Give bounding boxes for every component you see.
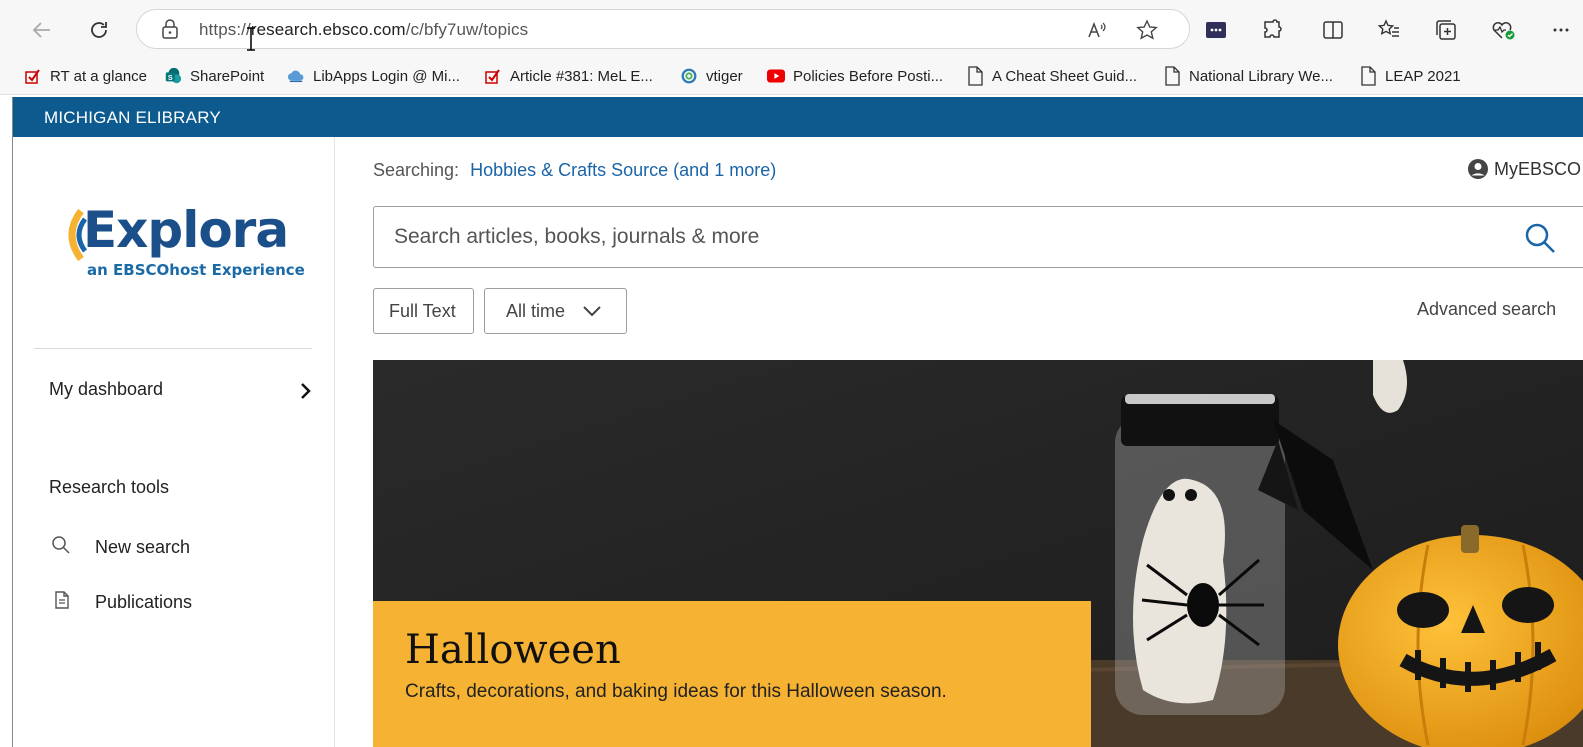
address-bar[interactable]: https://research.ebsco.com/c/bfy7uw/topi…: [136, 9, 1190, 49]
bookmark-vtiger[interactable]: vtiger: [680, 64, 743, 88]
bookmark-cheat-sheet[interactable]: A Cheat Sheet Guid...: [966, 64, 1137, 88]
bookmark-rt-at-a-glance[interactable]: RT at a glance: [24, 64, 147, 88]
search-icon[interactable]: [1523, 221, 1557, 255]
web-page: MICHIGAN ELIBRARY Explora an EBSCOhost E…: [12, 97, 1583, 747]
bookmark-label: vtiger: [706, 67, 743, 85]
bookmark-label: SharePoint: [190, 67, 265, 85]
url-path: /c/bfy7uw/topics: [405, 20, 529, 39]
sidebar-item-label: My dashboard: [49, 379, 164, 399]
text-cursor-icon: [246, 27, 256, 53]
bookmark-label: Policies Before Posti...: [793, 67, 944, 85]
more-options-icon[interactable]: [1545, 14, 1577, 46]
lock-icon[interactable]: [159, 18, 181, 40]
sidebar-item-publications[interactable]: Publications: [95, 592, 192, 613]
sharepoint-icon: S: [164, 67, 182, 85]
bookmark-label: Article #381: MeL E...: [510, 67, 653, 85]
bookmark-label: RT at a glance: [50, 67, 148, 85]
research-tools-heading: Research tools: [49, 477, 170, 497]
url-scheme: https://: [199, 20, 251, 39]
chevron-down-icon: [583, 306, 601, 317]
bookmark-label: A Cheat Sheet Guid...: [992, 67, 1138, 85]
checkmark-icon: [24, 67, 42, 85]
browser-toolbar: https://research.ebsco.com/c/bfy7uw/topi…: [0, 0, 1583, 58]
bookmark-sharepoint[interactable]: S SharePoint: [164, 64, 264, 88]
bookmark-label: LibApps Login @ Mi...: [313, 67, 460, 85]
sidebar-item-my-dashboard[interactable]: My dashboard: [49, 379, 163, 400]
bookmark-national-library[interactable]: National Library We...: [1163, 64, 1333, 88]
dropdown-selected-value: All time: [506, 300, 566, 321]
document-icon: [55, 591, 69, 609]
search-box: [373, 206, 1583, 268]
browser-essentials-icon[interactable]: [1487, 14, 1519, 46]
youtube-icon: [767, 67, 785, 85]
favorite-star-icon[interactable]: [1135, 18, 1159, 42]
checkmark-icon: [484, 67, 502, 85]
extensions-icon[interactable]: [1257, 14, 1289, 46]
hero-caption: Halloween Crafts, decorations, and bakin…: [373, 601, 1091, 747]
bookmark-leap-2021[interactable]: LEAP 2021: [1359, 64, 1461, 88]
full-text-filter-button[interactable]: Full Text: [373, 288, 474, 334]
explora-logo[interactable]: Explora an EBSCOhost Experience: [57, 201, 305, 281]
bookmark-policies[interactable]: Policies Before Posti...: [767, 64, 943, 88]
page-icon: [966, 66, 984, 86]
refresh-icon[interactable]: [83, 14, 115, 46]
topic-hero-card[interactable]: Halloween Crafts, decorations, and bakin…: [373, 360, 1583, 747]
sidebar-divider: [34, 348, 312, 349]
filter-label: Full Text: [389, 300, 456, 321]
collections-icon[interactable]: [1430, 14, 1462, 46]
date-range-dropdown[interactable]: All time: [484, 288, 627, 334]
hero-title: Halloween: [405, 627, 621, 673]
password-manager-icon[interactable]: [1200, 14, 1232, 46]
search-input[interactable]: [374, 207, 1514, 267]
read-aloud-icon[interactable]: [1085, 18, 1109, 42]
sidebar: Explora an EBSCOhost Experience My dashb…: [13, 137, 335, 747]
searching-indicator: Searching: Hobbies & Crafts Source (and …: [373, 160, 776, 181]
page-icon: [1163, 66, 1181, 86]
page-icon: [1359, 66, 1377, 86]
cloud-icon: [287, 67, 305, 85]
myebsco-account-button[interactable]: MyEBSCO: [1467, 158, 1581, 180]
user-account-icon: [1468, 159, 1488, 179]
sidebar-item-new-search[interactable]: New search: [95, 537, 190, 558]
split-screen-icon[interactable]: [1317, 14, 1349, 46]
bookmark-article-381[interactable]: Article #381: MeL E...: [484, 64, 653, 88]
sidebar-item-label: Publications: [95, 592, 193, 612]
searching-label: Searching:: [373, 160, 460, 180]
svg-text:S: S: [168, 73, 173, 82]
url-host: research.ebsco.com: [250, 20, 406, 39]
favorites-list-icon[interactable]: [1373, 14, 1405, 46]
main-content: Searching: Hobbies & Crafts Source (and …: [336, 137, 1583, 747]
vtiger-icon: [680, 67, 698, 85]
bookmark-label: LEAP 2021: [1385, 67, 1461, 85]
account-label: MyEBSCO: [1494, 158, 1582, 179]
hero-subtitle: Crafts, decorations, and baking ideas fo…: [405, 681, 947, 702]
bookmarks-bar: RT at a glance S SharePoint LibApps Logi…: [0, 58, 1583, 95]
sidebar-item-label: New search: [95, 537, 191, 557]
bookmark-label: National Library We...: [1189, 67, 1333, 85]
search-icon: [52, 536, 70, 554]
back-icon[interactable]: [26, 14, 58, 46]
advanced-search-link[interactable]: Advanced search: [1417, 299, 1556, 320]
database-selector-link[interactable]: Hobbies & Crafts Source (and 1 more): [470, 160, 776, 180]
chevron-right-icon[interactable]: [299, 382, 313, 400]
library-banner: MICHIGAN ELIBRARY: [13, 97, 1583, 137]
logo-subtitle: an EBSCOhost Experience: [87, 261, 305, 279]
bookmark-libapps-login[interactable]: LibApps Login @ Mi...: [287, 64, 460, 88]
logo-title: Explora: [83, 201, 289, 259]
